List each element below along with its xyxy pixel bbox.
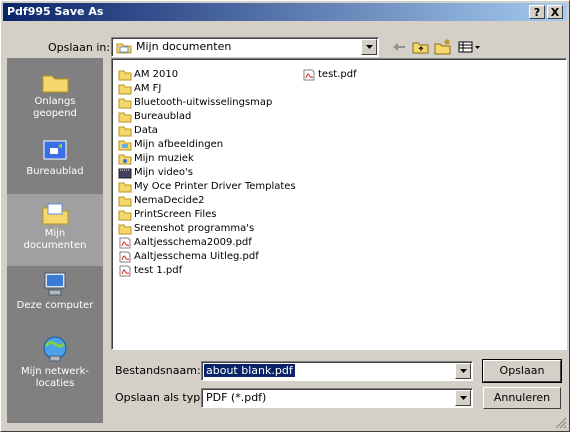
music-folder-icon [118, 154, 132, 165]
place-my-computer-label: Deze computer [16, 300, 94, 311]
pictures-folder-icon [118, 140, 132, 151]
place-desktop[interactable]: Bureaublad [7, 138, 103, 178]
file-list[interactable]: AM 2010 AM FJ Bluetooth-uitwisselingsmap… [111, 58, 567, 350]
up-folder-button[interactable] [411, 38, 431, 56]
cancel-button[interactable]: Annuleren [483, 387, 561, 409]
list-item[interactable]: AM FJ [118, 82, 161, 96]
title-bar: Pdf995 Save As ? X [3, 3, 567, 21]
list-item[interactable]: Bluetooth-uitwisselingsmap [118, 96, 272, 110]
resize-grip-icon[interactable] [555, 417, 567, 429]
my-computer-icon [44, 272, 66, 296]
place-desktop-label: Bureaublad [26, 166, 84, 177]
filename-dropdown-button[interactable] [455, 363, 471, 379]
list-item[interactable]: NemaDecide2 [118, 194, 205, 208]
list-item[interactable]: test 1.pdf [118, 264, 182, 278]
list-item[interactable]: Sreenshot programma's [118, 222, 254, 236]
close-button[interactable]: X [547, 5, 563, 19]
back-button[interactable] [389, 38, 409, 56]
my-documents-icon [116, 43, 132, 54]
place-recent-label: Onlangs geopend [33, 96, 77, 119]
help-button[interactable]: ? [529, 5, 545, 19]
network-places-icon [43, 336, 67, 362]
pdf-file-icon [119, 237, 131, 249]
list-item[interactable]: test.pdf [302, 68, 357, 82]
recent-folder-icon [42, 75, 69, 93]
up-folder-icon [412, 42, 429, 54]
lookin-label: Opslaan in: [48, 41, 111, 54]
list-item[interactable]: Aaltjesschema2009.pdf [118, 236, 252, 250]
view-menu-button[interactable] [457, 38, 483, 56]
lookin-combo[interactable]: Mijn documenten [111, 37, 379, 57]
folder-icon [118, 112, 132, 123]
filename-value: about blank.pdf [204, 364, 295, 377]
list-item[interactable]: Mijn video's [118, 166, 193, 180]
window-title: Pdf995 Save As [7, 5, 104, 18]
save-button[interactable]: Opslaan [482, 359, 562, 383]
folder-icon [118, 84, 132, 95]
filetype-dropdown-button[interactable] [455, 390, 471, 406]
save-as-dialog: Pdf995 Save As ? X Opslaan in: Mijn docu… [0, 0, 570, 432]
place-my-computer[interactable]: Deze computer [7, 270, 103, 312]
video-folder-icon [118, 168, 132, 179]
list-item[interactable]: Mijn afbeeldingen [118, 138, 223, 152]
filename-label: Bestandsnaam: [115, 364, 201, 377]
folder-icon [118, 182, 132, 193]
back-arrow-icon [393, 43, 405, 51]
folder-icon [118, 126, 132, 137]
desktop-icon [43, 140, 67, 160]
filetype-select[interactable]: PDF (*.pdf) [201, 388, 473, 408]
place-recent[interactable]: Onlangs geopend [7, 70, 103, 120]
filetype-value: PDF (*.pdf) [206, 391, 267, 404]
my-documents-icon [42, 203, 69, 225]
list-item[interactable]: Data [118, 124, 158, 138]
folder-icon [118, 210, 132, 221]
folder-icon [118, 98, 132, 109]
list-item[interactable]: My Oce Printer Driver Templates [118, 180, 296, 194]
pdf-file-icon [119, 251, 131, 263]
place-network[interactable]: Mijn netwerk- locaties [7, 334, 103, 390]
list-item[interactable]: Bureaublad [118, 110, 191, 124]
list-item[interactable]: Mijn muziek [118, 152, 194, 166]
pdf-file-icon [119, 265, 131, 277]
folder-icon [118, 224, 132, 235]
folder-icon [118, 70, 132, 81]
place-my-documents[interactable]: Mijn documenten [7, 194, 103, 266]
list-item[interactable]: PrintScreen Files [118, 208, 217, 222]
place-my-documents-label: Mijn documenten [23, 228, 87, 251]
pdf-file-icon [303, 69, 315, 81]
list-item[interactable]: Aaltjesschema Uitleg.pdf [118, 250, 259, 264]
lookin-value: Mijn documenten [136, 40, 232, 53]
lookin-dropdown-button[interactable] [361, 39, 377, 55]
new-folder-icon [434, 39, 451, 55]
filename-field[interactable]: about blank.pdf [201, 361, 473, 381]
new-folder-button[interactable] [433, 38, 453, 56]
place-network-label: Mijn netwerk- locaties [21, 366, 89, 389]
chevron-down-icon [460, 369, 467, 373]
view-menu-icon [458, 41, 480, 53]
filetype-label: Opslaan als type: [115, 391, 211, 404]
chevron-down-icon [366, 45, 373, 49]
places-bar: Onlangs geopend Bureaublad Mijn document… [7, 58, 103, 423]
folder-icon [118, 196, 132, 207]
list-item[interactable]: AM 2010 [118, 68, 178, 82]
chevron-down-icon [460, 396, 467, 400]
